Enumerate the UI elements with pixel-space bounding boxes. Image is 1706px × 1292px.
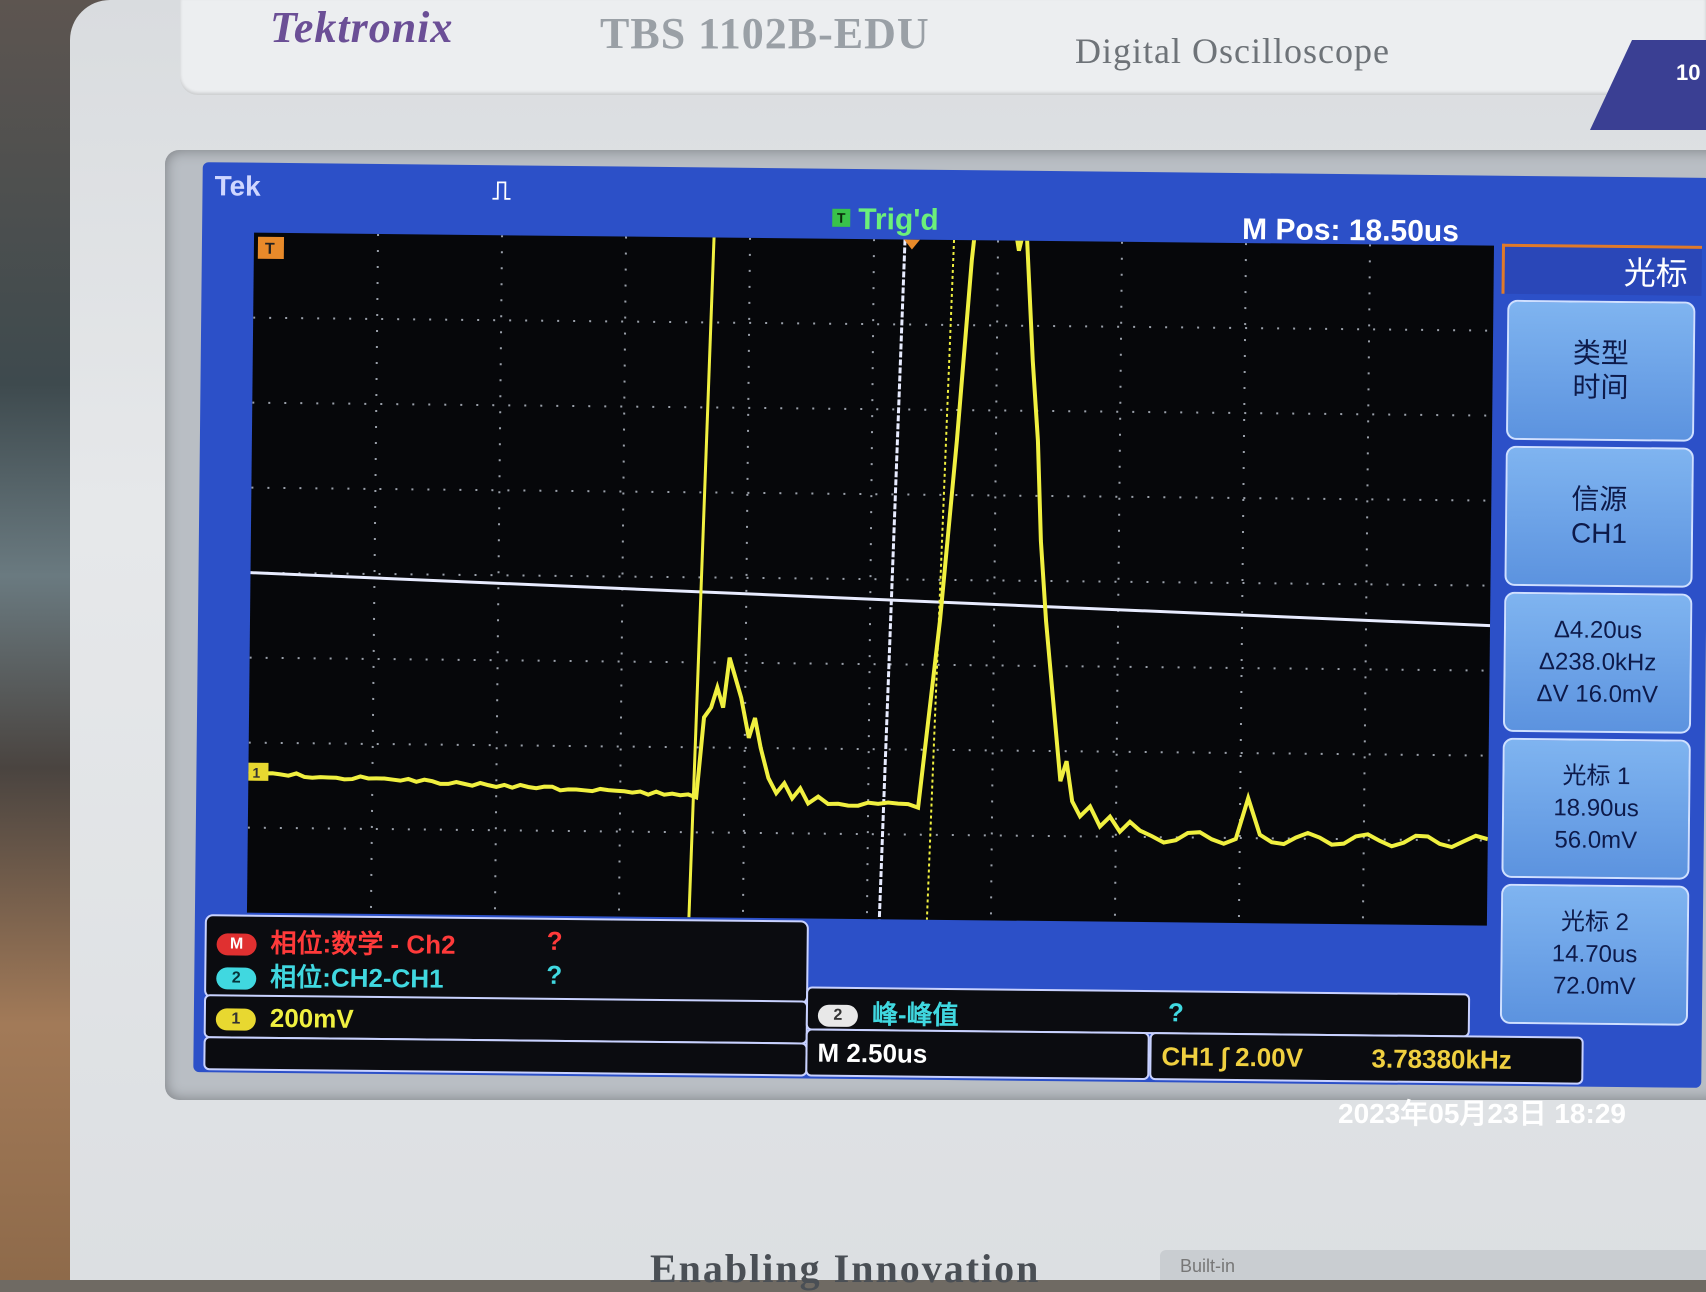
- menu-label: 类型: [1573, 336, 1629, 371]
- model-name: TBS 1102B-EDU: [600, 8, 930, 59]
- cursor-1-time: 18.90us: [1553, 792, 1639, 825]
- ch1-badge: 1: [216, 1008, 256, 1030]
- trigger-frequency: 3.78380kHz: [1371, 1043, 1512, 1075]
- ch1-scale-row: 1 200mV: [216, 1002, 354, 1034]
- menu-label: 光标 1: [1562, 760, 1630, 793]
- trigger-source: CH1 ∫ 2.00V: [1161, 1041, 1303, 1073]
- grid-line-horizontal: [251, 488, 1491, 501]
- cursor-type-button[interactable]: 类型 时间: [1506, 300, 1695, 442]
- cursor-source-button[interactable]: 信源 CH1: [1504, 446, 1693, 588]
- grid-line-vertical: [867, 239, 874, 919]
- grid-line-horizontal: [249, 743, 1489, 756]
- math-badge: M: [216, 933, 256, 955]
- trigger-status-icon: T: [832, 209, 850, 227]
- graticule: T1: [247, 233, 1494, 926]
- cursor-2-volt: 72.0mV: [1553, 970, 1636, 1003]
- pp-row: 2 峰-峰值: [818, 994, 959, 1032]
- tek-label: Tek: [214, 170, 261, 202]
- cursor-delta-readout: Δ4.20us Δ238.0kHz ΔV 16.0mV: [1503, 592, 1692, 734]
- cursor-1-volt: 56.0mV: [1554, 824, 1637, 857]
- cursor-1-line: [927, 240, 954, 920]
- ch1-ground-label: 1: [252, 765, 260, 781]
- menu-label: 光标 2: [1561, 906, 1629, 939]
- center-horizontal-axis: [250, 573, 1490, 626]
- cursor-menu: 光标 类型 时间 信源 CH1 Δ4.20us Δ238.0kHz ΔV 16.…: [1494, 244, 1702, 1026]
- trigger-status: Trig'd: [858, 203, 939, 238]
- bottom-plate: Built-in: [1160, 1250, 1706, 1280]
- datetime-readout: 2023年05月23日 18:29: [1338, 1092, 1626, 1132]
- menu-value: CH1: [1571, 516, 1627, 551]
- cursor-2-time: 14.70us: [1552, 938, 1638, 971]
- menu-title: 光标: [1501, 244, 1702, 296]
- cursor-2-line: [689, 237, 714, 917]
- trigger-readout: CH1 ∫ 2.00V 3.78380kHz: [1149, 1032, 1583, 1085]
- brand-logo: Tektronix: [270, 2, 453, 53]
- pp-label: 峰-峰值: [872, 999, 959, 1030]
- delta-time: Δ4.20us: [1554, 614, 1642, 647]
- measurement-panel: M 相位:数学 - Ch2 ? 2 相位:CH2-CH1 ?: [204, 914, 809, 1004]
- grid-line-horizontal: [250, 658, 1490, 671]
- lcd-display: Tek ⎍ T Trig'd M Pos: 18.50us T1 光标 类型 时…: [193, 162, 1706, 1088]
- ch2-badge: 2: [216, 967, 256, 989]
- menu-label: 信源: [1571, 482, 1627, 517]
- measurement-label: 相位:数学 - Ch2: [270, 928, 455, 960]
- ch2-scale: [203, 1036, 807, 1076]
- model-description: Digital Oscilloscope: [1075, 30, 1390, 72]
- grid-line-vertical: [991, 240, 998, 920]
- center-vertical-axis: [879, 239, 905, 919]
- grid-line-horizontal: [252, 403, 1492, 416]
- waveform-plot: T1: [247, 233, 1494, 926]
- bottom-slogan: Enabling Innovation: [650, 1245, 1040, 1292]
- cursor-1-button[interactable]: 光标 1 18.90us 56.0mV: [1501, 738, 1690, 880]
- measurement-row: 2 相位:CH2-CH1: [216, 956, 444, 995]
- ch1-volts-div: 200mV: [270, 1003, 354, 1034]
- delta-volt: ΔV 16.0mV: [1536, 678, 1658, 711]
- delta-freq: Δ238.0kHz: [1539, 646, 1657, 679]
- ch2-badge: 2: [818, 1005, 858, 1027]
- measurement-value: ?: [546, 960, 562, 991]
- ch1-waveform: [248, 233, 1494, 848]
- grid-line-vertical: [371, 234, 378, 914]
- grid-line-vertical: [495, 235, 502, 915]
- measurement-value: ?: [547, 926, 563, 957]
- timebase-readout: M 2.50us: [805, 1028, 1149, 1080]
- measurement-label: 相位:CH2-CH1: [270, 962, 444, 994]
- trigger-level-marker: [904, 239, 920, 249]
- timebase-value: M 2.50us: [817, 1038, 927, 1070]
- pp-value: ?: [1168, 997, 1184, 1028]
- cursor-2-button[interactable]: 光标 2 14.70us 72.0mV: [1500, 884, 1689, 1026]
- grid-line-vertical: [1363, 244, 1370, 924]
- menu-value: 时间: [1572, 370, 1628, 405]
- acquisition-icon: ⎍: [492, 175, 511, 207]
- trigger-position-label: T: [265, 241, 275, 258]
